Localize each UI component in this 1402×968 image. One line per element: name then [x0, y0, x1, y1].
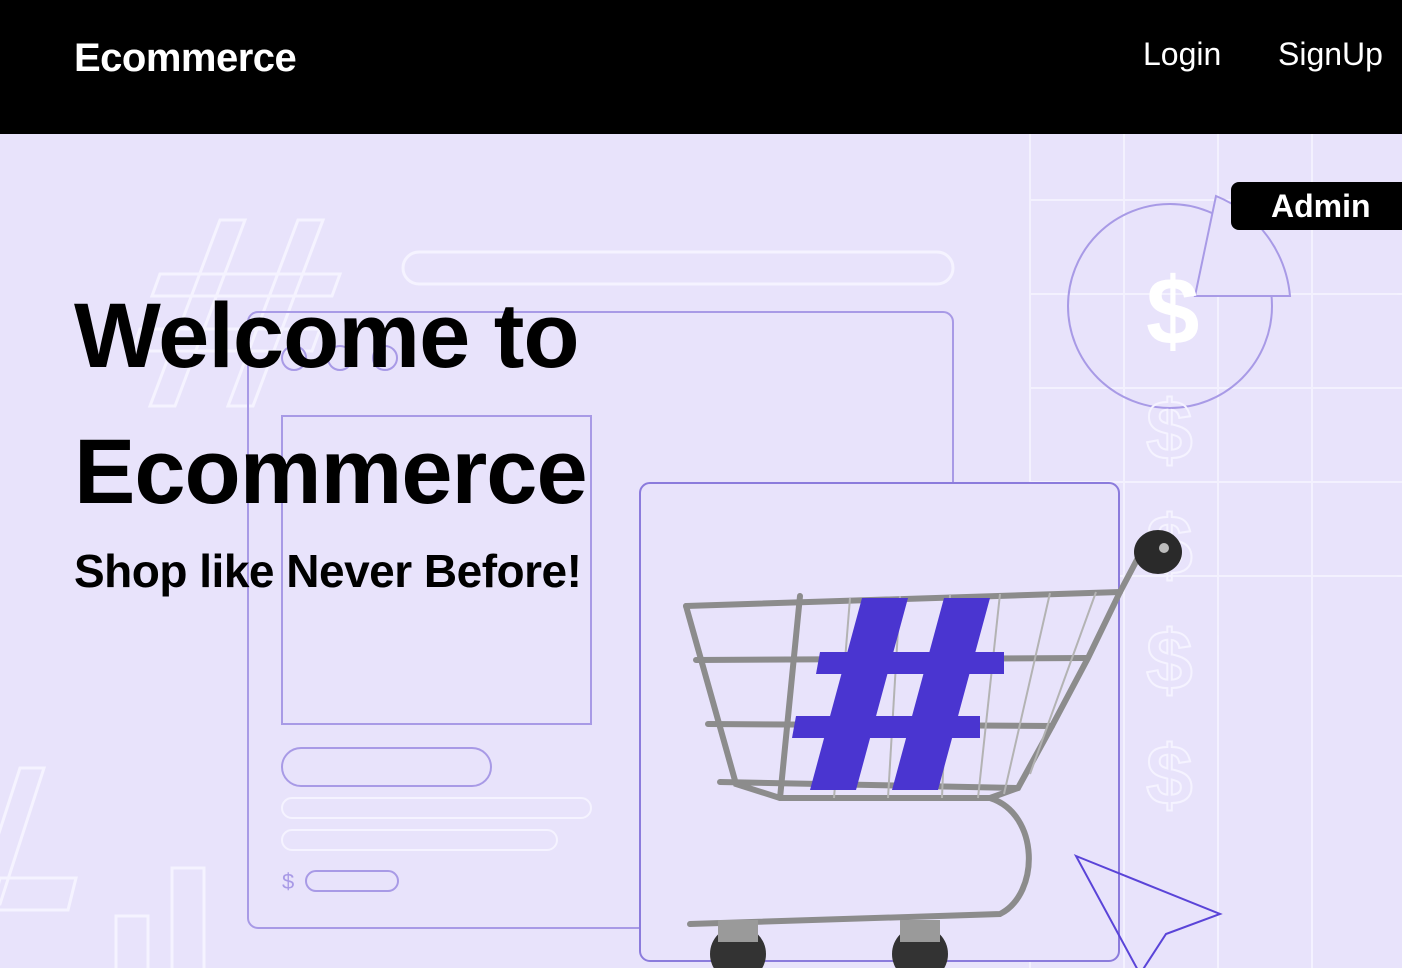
svg-text:$: $: [1146, 383, 1193, 477]
svg-text:$: $: [1146, 728, 1193, 822]
bar-chart-icon: [0, 766, 206, 968]
brand-logo[interactable]: Ecommerce: [74, 36, 297, 81]
price-dollar-icon: $: [282, 869, 294, 894]
hero-title-line1: Welcome to: [74, 285, 580, 387]
hero-title-line2: Ecommerce: [74, 421, 588, 523]
dollar-icon: $: [1146, 258, 1199, 365]
login-link[interactable]: Login: [1143, 36, 1221, 73]
svg-text:$: $: [1146, 613, 1193, 707]
top-navbar: Ecommerce Login SignUp: [0, 0, 1402, 134]
dollar-column-icons: $ $ $ $: [1145, 382, 1194, 823]
hero-section: $ $ $ $ $ $: [0, 134, 1402, 968]
hero-title: Welcome to Ecommerce: [74, 268, 674, 540]
admin-button[interactable]: Admin: [1231, 182, 1402, 230]
hero-subtitle: Shop like Never Before!: [74, 545, 582, 597]
signup-link[interactable]: SignUp: [1278, 36, 1383, 73]
